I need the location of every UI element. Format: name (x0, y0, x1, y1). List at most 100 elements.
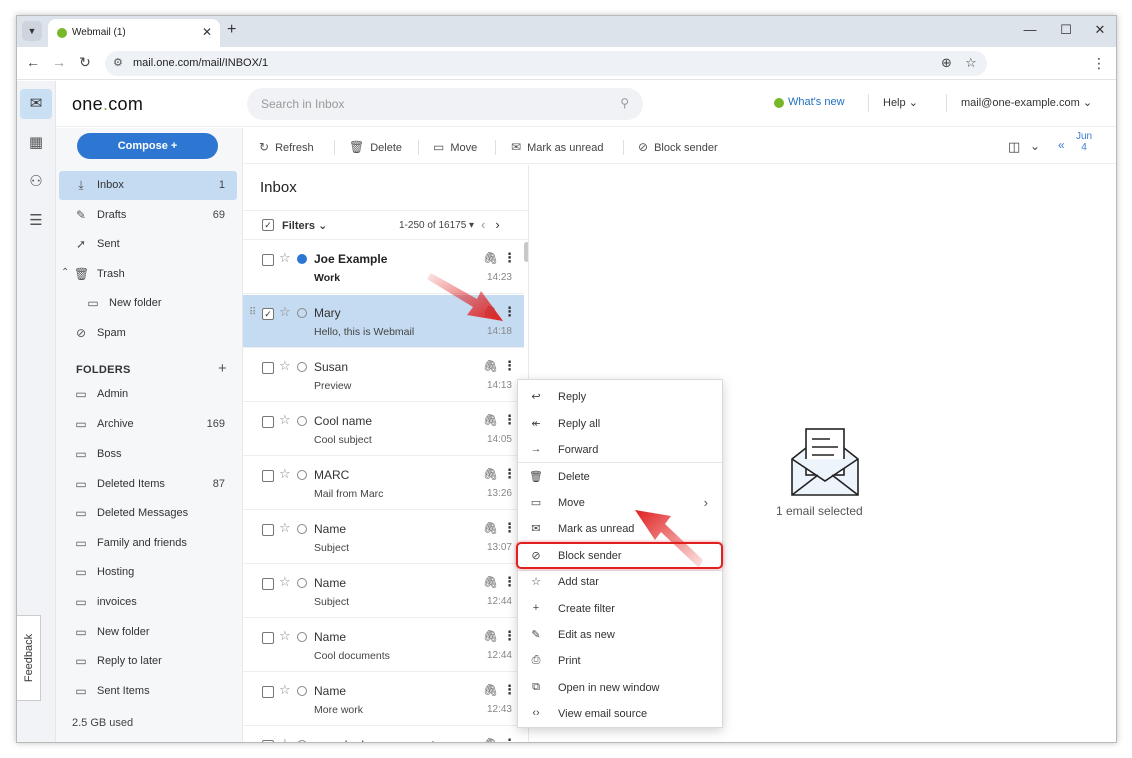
mail-checkbox[interactable] (262, 470, 274, 482)
add-folder-icon[interactable]: + (218, 360, 227, 377)
select-all-checkbox[interactable]: ✓ (262, 219, 274, 231)
move-button[interactable]: ▭ Move (433, 140, 477, 154)
bookmark-star-icon[interactable]: ☆ (965, 55, 977, 71)
menu-item-mark-as-unread[interactable]: ✉ Mark as unread (518, 516, 722, 542)
reload-icon[interactable]: ↻ (76, 54, 94, 71)
menu-item-move[interactable]: ▭ Move › (518, 490, 722, 516)
star-icon[interactable]: ☆ (279, 250, 291, 266)
zoom-icon[interactable]: ⊕ (941, 55, 952, 71)
mail-row[interactable]: ☆ Joe Example Work 🖇 ⋮ 14:23 (243, 241, 524, 294)
forward-icon[interactable]: → (50, 54, 68, 70)
star-icon[interactable]: ☆ (279, 736, 291, 742)
double-chevron-left-icon[interactable]: « (1058, 138, 1065, 152)
star-icon[interactable]: ☆ (279, 358, 291, 374)
sidebar-item-spam[interactable]: ⊘ Spam (59, 319, 237, 348)
read-status-dot-icon[interactable] (297, 524, 307, 534)
menu-item-open-in-new-window[interactable]: ⧉ Open in new window (518, 675, 722, 701)
more-options-icon[interactable]: ⋮ (503, 682, 516, 698)
folder-item[interactable]: ▭ Sent Items (59, 677, 237, 706)
settings-sliders-icon[interactable]: ☰ (20, 206, 52, 236)
chevron-down-icon[interactable]: ⌄ (1030, 139, 1040, 153)
star-icon[interactable]: ☆ (279, 574, 291, 590)
new-tab-button[interactable]: + (227, 21, 236, 39)
layout-toggle-icon[interactable]: ◫ (1008, 139, 1020, 155)
back-icon[interactable]: ← (24, 54, 42, 70)
site-info-icon[interactable]: ⚙ (113, 56, 123, 69)
star-icon[interactable]: ☆ (279, 412, 291, 428)
filters-dropdown[interactable]: Filters ⌄ (282, 219, 327, 232)
mail-row[interactable]: ☆ MARC Mail from Marc 🖇 ⋮ 13:26 (243, 457, 524, 510)
tab-search-button[interactable]: ▼ (22, 21, 42, 41)
browser-tab[interactable]: Webmail (1) ✕ (48, 19, 220, 47)
mail-checkbox[interactable] (262, 632, 274, 644)
folder-item[interactable]: ▭ Hosting (59, 558, 237, 587)
folder-item[interactable]: ▭ Reply to later (59, 647, 237, 676)
more-options-icon[interactable]: ⋮ (503, 520, 516, 536)
menu-item-print[interactable]: ⎙ Print (518, 648, 722, 674)
mail-checkbox[interactable] (262, 416, 274, 428)
scrollbar[interactable] (524, 242, 528, 262)
folder-item[interactable]: ▭ invoices (59, 588, 237, 617)
mail-checkbox[interactable] (262, 578, 274, 590)
folder-item[interactable]: ▭ Deleted Items 87 (59, 470, 237, 499)
read-status-dot-icon[interactable] (297, 578, 307, 588)
mail-checkbox[interactable] (262, 524, 274, 536)
compose-button[interactable]: Compose + (77, 133, 218, 159)
read-status-dot-icon[interactable] (297, 308, 307, 318)
mail-row[interactable]: ☆ noreply-dmarc-support 🖇 ⋮ (243, 727, 524, 742)
read-status-dot-icon[interactable] (297, 740, 307, 742)
delete-button[interactable]: 🗑 Delete (349, 140, 402, 154)
mail-row[interactable]: ☆ Susan Preview 🖇 ⋮ 14:13 (243, 349, 524, 402)
mail-checkbox[interactable]: ✓ (262, 308, 274, 320)
more-options-icon[interactable]: ⋮ (503, 628, 516, 644)
mark-unread-button[interactable]: ✉ Mark as unread (511, 140, 604, 154)
folder-item[interactable]: ▭ Family and friends (59, 529, 237, 558)
read-status-dot-icon[interactable] (297, 254, 307, 264)
whats-new-link[interactable]: What's new (788, 96, 845, 108)
more-options-icon[interactable]: ⋮ (503, 304, 516, 320)
folder-item[interactable]: ▭ Deleted Messages (59, 499, 237, 528)
next-page-icon[interactable]: › (495, 217, 499, 232)
mail-checkbox[interactable] (262, 362, 274, 374)
star-icon[interactable]: ☆ (279, 520, 291, 536)
sidebar-item-sent[interactable]: ➚ Sent (59, 230, 237, 259)
mail-icon[interactable]: ✉ (20, 89, 52, 119)
mail-row[interactable]: ☆ Cool name Cool subject 🖇 ⋮ 14:05 (243, 403, 524, 456)
read-status-dot-icon[interactable] (297, 470, 307, 480)
prev-page-icon[interactable]: ‹ (481, 217, 485, 232)
more-options-icon[interactable]: ⋮ (503, 412, 516, 428)
menu-item-create-filter[interactable]: + Create filter (518, 596, 722, 622)
date-indicator[interactable]: Jun 4 (1076, 131, 1092, 153)
mail-checkbox[interactable] (262, 254, 274, 266)
star-icon[interactable]: ☆ (279, 466, 291, 482)
folder-item[interactable]: ▭ Admin (59, 380, 237, 409)
menu-item-delete[interactable]: 🗑 Delete (518, 464, 722, 490)
star-icon[interactable]: ☆ (279, 628, 291, 644)
folder-item[interactable]: ▭ New folder (59, 618, 237, 647)
more-options-icon[interactable]: ⋮ (503, 736, 516, 742)
calendar-icon[interactable]: ▦ (20, 128, 52, 158)
mail-row[interactable]: ☆ Name Cool documents 🖇 ⋮ 12:44 (243, 619, 524, 672)
address-bar[interactable]: ⚙ mail.one.com/mail/INBOX/1 ⊕ ☆ (105, 51, 987, 76)
refresh-button[interactable]: ↻ Refresh (259, 140, 314, 154)
mail-checkbox[interactable] (262, 740, 274, 742)
minimize-icon[interactable]: — (1020, 22, 1040, 37)
read-status-dot-icon[interactable] (297, 362, 307, 372)
window-close-icon[interactable]: ✕ (1090, 22, 1110, 38)
collapse-chevron-icon[interactable]: ⌃ (61, 267, 69, 278)
mail-row[interactable]: ☆ Name More work 🖇 ⋮ 12:43 (243, 673, 524, 726)
one-com-logo[interactable]: one.com (72, 94, 143, 115)
drag-handle-icon[interactable]: ⠿ (249, 307, 256, 318)
more-options-icon[interactable]: ⋮ (503, 358, 516, 374)
account-menu[interactable]: mail@one-example.com ⌄ (961, 96, 1092, 109)
contacts-icon[interactable]: ⚇ (20, 167, 52, 197)
menu-item-reply[interactable]: ↩ Reply (518, 384, 722, 410)
star-icon[interactable]: ☆ (279, 682, 291, 698)
sidebar-item-trash[interactable]: ⌃ 🗑 Trash (59, 260, 237, 289)
sidebar-item-drafts[interactable]: ✎ Drafts 69 (59, 201, 237, 230)
search-icon[interactable]: ⚲ (620, 96, 629, 110)
star-icon[interactable]: ☆ (279, 304, 291, 320)
feedback-tab[interactable]: Feedback (17, 615, 41, 701)
sidebar-item-inbox[interactable]: ⤓ Inbox 1 (59, 171, 237, 200)
read-status-dot-icon[interactable] (297, 632, 307, 642)
